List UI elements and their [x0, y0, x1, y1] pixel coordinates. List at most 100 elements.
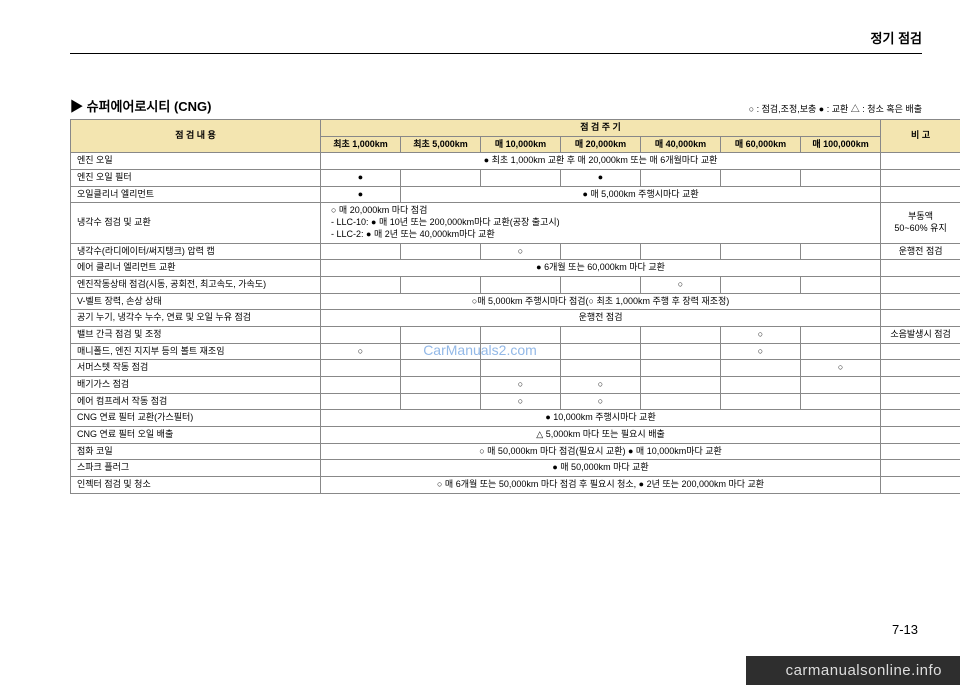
row-cell: [561, 343, 641, 360]
row-item: 엔진 오일: [71, 153, 321, 170]
section-title: ▶ 슈퍼에어로시티 (CNG): [70, 96, 212, 115]
row-cell: [321, 393, 401, 410]
row-cell: [721, 360, 801, 377]
row-remark: 소음발생시 점검: [881, 326, 960, 343]
row-cell: ○: [481, 243, 561, 260]
legend-text: ○ : 점검,조정,보충 ● : 교환 △ : 청소 혹은 배출: [749, 102, 922, 115]
row-item: 배기가스 점검: [71, 377, 321, 394]
row-cell: [721, 170, 801, 187]
row-cell: [481, 326, 561, 343]
row-item: 엔진 오일 필터: [71, 170, 321, 187]
row-remark: [881, 260, 960, 277]
row-span-value: ● 10,000km 주행시마다 교환: [321, 410, 881, 427]
th-period-col: 최초 1,000km: [321, 136, 401, 153]
row-remark: [881, 343, 960, 360]
row-cell: [721, 393, 801, 410]
row-cell: [801, 343, 881, 360]
row-cell: ●: [321, 170, 401, 187]
row-cell: [321, 276, 401, 293]
th-period-col: 매 100,000km: [801, 136, 881, 153]
row-span-value: △ 5,000km 마다 또는 필요시 배출: [321, 427, 881, 444]
row-span-value: ○매 5,000km 주행시마다 점검(○ 최초 1,000km 주행 후 장력…: [321, 293, 881, 310]
table-row: 매니폴드, 엔진 지지부 등의 볼트 재조임○○: [71, 343, 960, 360]
row-span-value: ● 매 5,000km 주행시마다 교환: [401, 186, 881, 203]
row-cell: [401, 276, 481, 293]
row-cell: ○: [721, 326, 801, 343]
row-cell: ●: [321, 186, 401, 203]
table-row: 오일클리너 엘리먼트●● 매 5,000km 주행시마다 교환: [71, 186, 960, 203]
row-cell: [481, 276, 561, 293]
row-cell: [481, 343, 561, 360]
row-cell: [801, 377, 881, 394]
row-span-value: ● 6개월 또는 60,000km 마다 교환: [321, 260, 881, 277]
row-remark: [881, 360, 960, 377]
row-cell: [401, 360, 481, 377]
row-item: 에어 컴프레서 작동 점검: [71, 393, 321, 410]
row-cell: [321, 360, 401, 377]
row-span-value: ○ 매 6개월 또는 50,000km 마다 점검 후 필요시 청소, ● 2년…: [321, 477, 881, 494]
row-remark: [881, 170, 960, 187]
row-cell: [641, 343, 721, 360]
th-item: 점 검 내 용: [71, 120, 321, 153]
row-item: 인젝터 점검 및 청소: [71, 477, 321, 494]
table-row: 엔진작동상태 점검(시동, 공회전, 최고속도, 가속도) ○: [71, 276, 960, 293]
row-cell: [401, 170, 481, 187]
row-item: 스파크 플러그: [71, 460, 321, 477]
row-cell: [641, 377, 721, 394]
row-cell: ○: [801, 360, 881, 377]
row-cell: ○: [561, 377, 641, 394]
row-cell: [801, 393, 881, 410]
row-remark: [881, 153, 960, 170]
row-cell: [641, 393, 721, 410]
row-cell: [641, 326, 721, 343]
table-row: 스파크 플러그● 매 50,000km 마다 교환: [71, 460, 960, 477]
row-span-value: 운행전 점검: [321, 310, 881, 327]
table-row: 인젝터 점검 및 청소○ 매 6개월 또는 50,000km 마다 점검 후 필…: [71, 477, 960, 494]
table-row: 엔진 오일● 최초 1,000km 교환 후 매 20,000km 또는 매 6…: [71, 153, 960, 170]
row-cell: [641, 360, 721, 377]
row-cell: ○: [321, 343, 401, 360]
page-number: 7-13: [892, 622, 918, 637]
row-cell: [721, 243, 801, 260]
row-item: 에어 클리너 엘리먼트 교환: [71, 260, 321, 277]
table-row: 점화 코일○ 매 50,000km 마다 점검(필요시 교환) ● 매 10,0…: [71, 443, 960, 460]
row-remark: 부동액 50~60% 유지: [881, 203, 960, 243]
row-cell: [641, 243, 721, 260]
row-remark: 운행전 점검: [881, 243, 960, 260]
table-row: 에어 클리너 엘리먼트 교환● 6개월 또는 60,000km 마다 교환: [71, 260, 960, 277]
row-cell: [561, 276, 641, 293]
row-cell: [561, 326, 641, 343]
row-cell: [801, 170, 881, 187]
row-cell: [321, 326, 401, 343]
row-item: 엔진작동상태 점검(시동, 공회전, 최고속도, 가속도): [71, 276, 321, 293]
row-cell: ○: [721, 343, 801, 360]
row-cell: ●: [561, 170, 641, 187]
table-row: 서머스텟 작동 점검 ○: [71, 360, 960, 377]
th-period-col: 매 60,000km: [721, 136, 801, 153]
header-divider: [70, 53, 922, 54]
table-row: CNG 연료 필터 오일 배출△ 5,000km 마다 또는 필요시 배출: [71, 427, 960, 444]
row-remark: [881, 293, 960, 310]
footer-brand: carmanualsonline.info: [746, 656, 960, 685]
row-item: 냉각수(라디에이터/써지탱크) 압력 캡: [71, 243, 321, 260]
row-remark: [881, 477, 960, 494]
row-cell: [481, 360, 561, 377]
row-cell: ○: [641, 276, 721, 293]
row-cell: [721, 276, 801, 293]
table-row: 엔진 오일 필터●●: [71, 170, 960, 187]
row-cell: [721, 377, 801, 394]
table-row: 밸브 간극 점검 및 조정○소음발생시 점검: [71, 326, 960, 343]
row-span-value: ○ 매 50,000km 마다 점검(필요시 교환) ● 매 10,000km마…: [321, 443, 881, 460]
row-cell: [561, 360, 641, 377]
th-remark: 비 고: [881, 120, 960, 153]
table-row: 냉각수(라디에이터/써지탱크) 압력 캡 ○ 운행전 점검: [71, 243, 960, 260]
row-item: V-벨트 장력, 손상 상태: [71, 293, 321, 310]
row-item: 공기 누기, 냉각수 누수, 연료 및 오일 누유 점검: [71, 310, 321, 327]
row-span-value: ● 매 50,000km 마다 교환: [321, 460, 881, 477]
row-item: 서머스텟 작동 점검: [71, 360, 321, 377]
row-cell: [801, 276, 881, 293]
row-item: CNG 연료 필터 교환(가스필터): [71, 410, 321, 427]
row-cell: [401, 326, 481, 343]
row-cell: [401, 377, 481, 394]
table-row: 배기가스 점검○○: [71, 377, 960, 394]
